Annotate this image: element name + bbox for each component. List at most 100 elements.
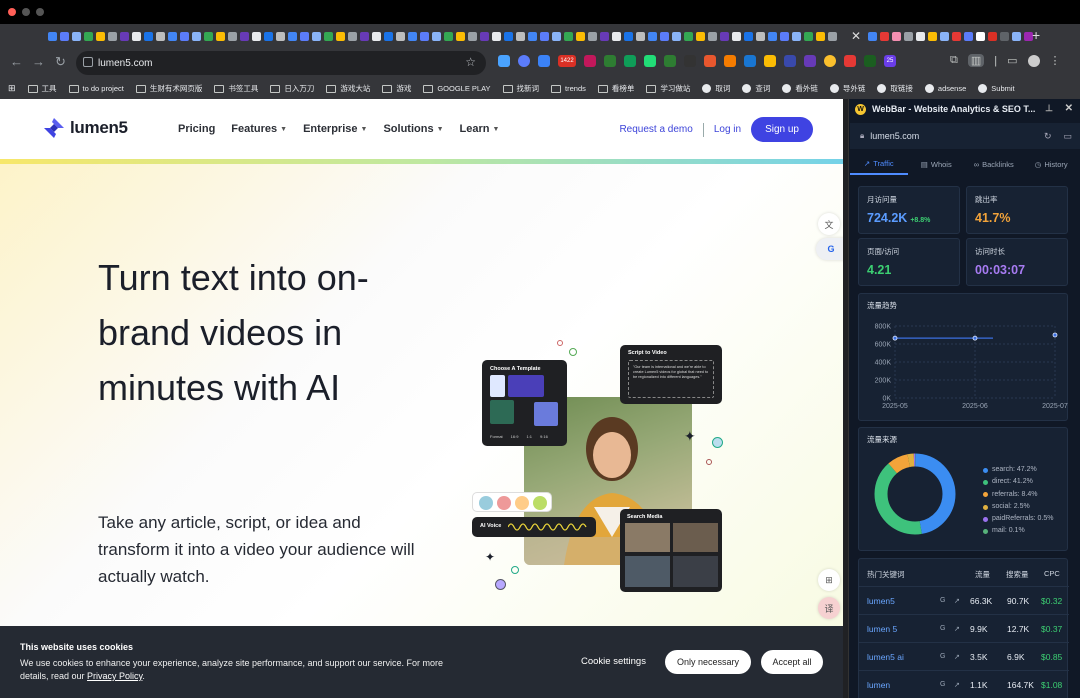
pink-extension-icon[interactable]: [584, 55, 596, 67]
minimize-window-button[interactable]: [22, 8, 30, 16]
menu-kebab-icon[interactable]: ⋮: [1050, 54, 1061, 67]
format-1-1[interactable]: 1:1: [526, 434, 532, 439]
t-extension-icon[interactable]: [764, 55, 776, 67]
accept-all-button[interactable]: Accept all: [761, 650, 823, 674]
purple-extension-icon[interactable]: [804, 55, 816, 67]
bookmark-item[interactable]: 生财有术网页版: [135, 83, 202, 94]
tab-favicon-icon[interactable]: [732, 32, 741, 41]
table-row[interactable]: lumen 5 9.9K 12.7K $0.37 G ↗: [859, 614, 1069, 642]
lumen5-logo[interactable]: lumen5: [44, 118, 128, 138]
tab-favicon-icon[interactable]: [240, 32, 249, 41]
template-thumb[interactable]: [490, 375, 505, 397]
tab-favicon-icon[interactable]: [988, 32, 997, 41]
pub-extension-icon[interactable]: [864, 55, 876, 67]
tab-favicon-icon[interactable]: [420, 32, 429, 41]
privacy-policy-link[interactable]: Privacy Policy: [87, 671, 142, 681]
signup-button[interactable]: Sign up: [751, 117, 813, 142]
cookie-settings-button[interactable]: Cookie settings: [581, 656, 646, 667]
nav-pricing[interactable]: Pricing: [178, 123, 215, 135]
tab-favicon-icon[interactable]: [504, 32, 513, 41]
tab-favicon-icon[interactable]: [480, 32, 489, 41]
tab-favicon-icon[interactable]: [928, 32, 937, 41]
tab-favicon-icon[interactable]: [564, 32, 573, 41]
e-extension-icon[interactable]: [518, 55, 530, 67]
script-text[interactable]: "Our team is international and we're abl…: [628, 360, 714, 398]
bookmark-item[interactable]: trends: [551, 84, 586, 93]
tab-favicon-icon[interactable]: [360, 32, 369, 41]
format-16-9[interactable]: 16:9: [511, 434, 519, 439]
window-icon[interactable]: ▭: [1063, 131, 1072, 142]
tab-favicon-icon[interactable]: [468, 32, 477, 41]
address-bar[interactable]: lumen5.com ☆: [76, 51, 486, 75]
close-window-button[interactable]: [8, 8, 16, 16]
tab-favicon-icon[interactable]: [868, 32, 877, 41]
seo-extension-icon[interactable]: [664, 55, 676, 67]
tab-favicon-icon[interactable]: [324, 32, 333, 41]
tab-favicon-icon[interactable]: [916, 32, 925, 41]
tab-favicon-icon[interactable]: [612, 32, 621, 41]
tab-favicon-icon[interactable]: [96, 32, 105, 41]
avatar[interactable]: [533, 496, 547, 510]
translate-float-icon[interactable]: 文: [818, 213, 840, 235]
profile-avatar[interactable]: [1027, 54, 1040, 67]
background-tabs[interactable]: [868, 32, 1033, 41]
trend-icon[interactable]: ↗: [954, 681, 960, 689]
table-row[interactable]: lumen5 66.3K 90.7K $0.32 G ↗: [859, 586, 1069, 614]
tab-favicon-icon[interactable]: [204, 32, 213, 41]
bookmark-item[interactable]: GOOGLE PLAY: [423, 84, 491, 93]
nav-learn[interactable]: Learn ▼: [460, 123, 500, 135]
tab-favicon-icon[interactable]: [552, 32, 561, 41]
avatar[interactable]: [479, 496, 493, 510]
avatar[interactable]: [497, 496, 511, 510]
mountain-extension-icon[interactable]: [844, 55, 856, 67]
tab-favicon-icon[interactable]: [444, 32, 453, 41]
tab-favicon-icon[interactable]: [636, 32, 645, 41]
cast-icon[interactable]: ▭: [1007, 54, 1017, 67]
bookmark-item[interactable]: 导外链: [829, 83, 865, 94]
tab-favicon-icon[interactable]: [516, 32, 525, 41]
tab-favicon-icon[interactable]: [1012, 32, 1021, 41]
tab-favicon-icon[interactable]: [384, 32, 393, 41]
back-icon[interactable]: ←: [10, 54, 23, 69]
bookmark-item[interactable]: 书签工具: [214, 83, 258, 94]
bookmark-item[interactable]: to do project: [68, 84, 124, 93]
google-search-icon[interactable]: G: [940, 653, 945, 660]
traffic-data-point[interactable]: [1052, 332, 1058, 338]
traffic-data-point[interactable]: [892, 335, 898, 341]
tdk-extension-icon[interactable]: [784, 55, 796, 67]
tab-favicon-icon[interactable]: [276, 32, 285, 41]
legend-item[interactable]: paidReferrals: 0.5%: [983, 513, 1053, 525]
gear-extension-icon[interactable]: [724, 55, 736, 67]
bookmark-item[interactable]: 看外链: [782, 83, 818, 94]
tab-favicon-icon[interactable]: [624, 32, 633, 41]
tab-favicon-icon[interactable]: [816, 32, 825, 41]
tab-favicon-icon[interactable]: [660, 32, 669, 41]
tab-favicon-icon[interactable]: [60, 32, 69, 41]
tab-favicon-icon[interactable]: [372, 32, 381, 41]
tab-favicon-icon[interactable]: [132, 32, 141, 41]
tab-favicon-icon[interactable]: [684, 32, 693, 41]
tab-favicon-icon[interactable]: [756, 32, 765, 41]
tab-favicon-icon[interactable]: [768, 32, 777, 41]
pin-icon[interactable]: ⊥: [1045, 103, 1053, 114]
legend-item[interactable]: social: 2.5%: [983, 501, 1053, 513]
tab-favicon-icon[interactable]: [216, 32, 225, 41]
side-panel-icon[interactable]: ▥: [967, 54, 985, 67]
new-tab-button[interactable]: +: [1032, 27, 1040, 43]
keyword-link[interactable]: lumen5: [867, 596, 895, 606]
reload-icon[interactable]: ↻: [55, 54, 66, 70]
bookmark-item[interactable]: 工具: [27, 83, 57, 94]
tab-favicon-icon[interactable]: [904, 32, 913, 41]
tab-favicon-icon[interactable]: [348, 32, 357, 41]
trend-icon[interactable]: ↗: [954, 597, 960, 605]
bookmark-item[interactable]: 学习做站: [646, 83, 690, 94]
tab-backlinks[interactable]: ∞ Backlinks: [965, 153, 1023, 175]
bookmark-item[interactable]: 取链接: [877, 83, 913, 94]
bookmark-item[interactable]: 游戏大站: [326, 83, 370, 94]
tab-favicon-icon[interactable]: [48, 32, 57, 41]
tab-favicon-icon[interactable]: [156, 32, 165, 41]
media-thumb[interactable]: [673, 523, 718, 552]
tab-favicon-icon[interactable]: [408, 32, 417, 41]
tab-favicon-icon[interactable]: [940, 32, 949, 41]
tab-favicon-icon[interactable]: [120, 32, 129, 41]
